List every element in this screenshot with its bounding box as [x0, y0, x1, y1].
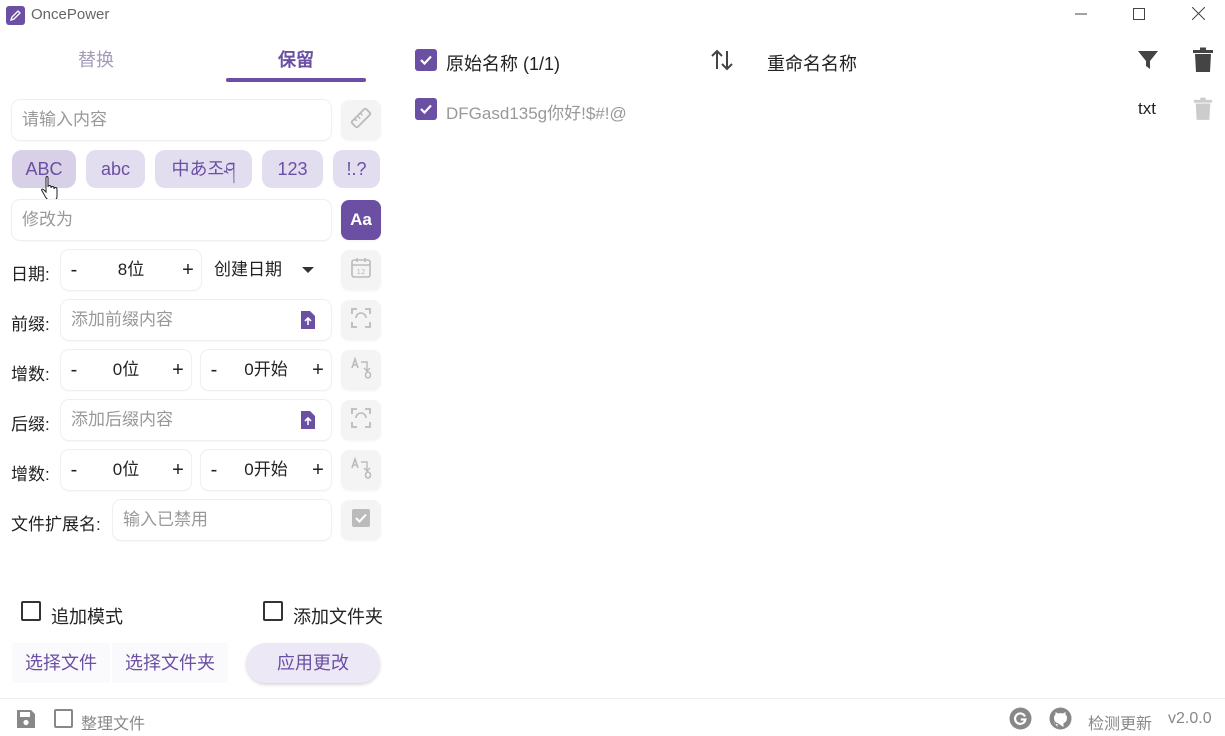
- prefix-start-value: 0开始: [244, 360, 288, 379]
- prefix-digits-value: 0位: [112, 360, 140, 379]
- suffix-start-minus[interactable]: -: [201, 450, 227, 490]
- organize-files-checkbox[interactable]: [54, 709, 73, 728]
- add-folder-label: 添加文件夹: [293, 607, 383, 627]
- file-row-checkbox[interactable]: [415, 98, 437, 120]
- select-all-checkbox[interactable]: [415, 49, 437, 71]
- minimize-icon: [1075, 5, 1087, 25]
- suffix-digits-value: 0位: [112, 460, 140, 479]
- content-input-placeholder: 请输入内容: [22, 110, 107, 129]
- close-icon: [1191, 5, 1205, 25]
- tab-replace[interactable]: 替换: [26, 40, 166, 82]
- app-title: OncePower: [31, 6, 110, 23]
- extension-input-placeholder: 输入已禁用: [123, 510, 208, 529]
- chip-digits[interactable]: 123: [262, 150, 323, 188]
- file-upload-icon[interactable]: [300, 410, 316, 435]
- prefix-input-placeholder: 添加前缀内容: [71, 310, 173, 329]
- suffix-start-stepper: - 0开始 +: [201, 450, 331, 490]
- maximize-button[interactable]: [1116, 0, 1162, 30]
- prefix-refresh-button[interactable]: [341, 300, 381, 340]
- filter-icon[interactable]: [1137, 49, 1159, 76]
- file-original-name: DFGasd135g你好!$#!@: [446, 104, 627, 123]
- suffix-refresh-button[interactable]: [341, 400, 381, 440]
- version-label: v2.0.0: [1168, 710, 1212, 727]
- prefix-start-plus[interactable]: +: [305, 350, 331, 390]
- prefix-digits-plus[interactable]: +: [165, 350, 191, 390]
- status-bar: 整理文件 检测更新 v2.0.0: [0, 698, 1225, 736]
- suffix-digits-stepper: - 0位 +: [61, 450, 191, 490]
- suffix-input[interactable]: 添加后缀内容: [61, 400, 331, 440]
- minimize-button[interactable]: [1058, 0, 1104, 30]
- text-counter-icon: [349, 455, 373, 485]
- save-icon[interactable]: [16, 709, 36, 734]
- prefix-input[interactable]: 添加前缀内容: [61, 300, 331, 340]
- modify-input[interactable]: 修改为: [12, 200, 331, 240]
- case-toggle-button[interactable]: Aa: [341, 200, 381, 240]
- trash-icon[interactable]: [1193, 97, 1213, 126]
- append-mode-label: 追加模式: [51, 607, 123, 627]
- trash-icon[interactable]: [1192, 47, 1214, 78]
- apply-changes-button[interactable]: 应用更改: [246, 643, 380, 683]
- title-bar: OncePower: [0, 0, 1225, 32]
- tab-keep[interactable]: 保留: [226, 40, 366, 82]
- prefix-digits-stepper: - 0位 +: [61, 350, 191, 390]
- organize-files-label: 整理文件: [81, 716, 146, 733]
- maximize-icon: [1133, 5, 1145, 25]
- text-counter-icon: [349, 355, 373, 385]
- suffix-start-plus[interactable]: +: [305, 450, 331, 490]
- content-input[interactable]: 请输入内容: [12, 100, 331, 140]
- prefix-label: 前缀:: [11, 315, 50, 334]
- suffix-input-placeholder: 添加后缀内容: [71, 410, 173, 429]
- pen-icon: [6, 6, 25, 25]
- extension-label: 文件扩展名:: [11, 515, 101, 534]
- refresh-icon: [349, 306, 373, 335]
- file-extension: txt: [1138, 99, 1156, 118]
- suffix-start-value: 0开始: [244, 460, 288, 479]
- select-folder-button[interactable]: 选择文件夹: [112, 643, 228, 683]
- suffix-counter-button[interactable]: [341, 450, 381, 490]
- github-icon[interactable]: [1049, 707, 1072, 735]
- chip-symbols[interactable]: !.?: [333, 150, 380, 188]
- prefix-counter-button[interactable]: [341, 350, 381, 390]
- sort-icon[interactable]: [709, 47, 735, 78]
- renamed-name-header: 重命名名称: [767, 54, 857, 74]
- close-button[interactable]: [1175, 0, 1221, 30]
- date-label: 日期:: [11, 265, 50, 284]
- select-files-button[interactable]: 选择文件: [12, 643, 110, 683]
- svg-text:12: 12: [357, 268, 366, 276]
- add-folder-checkbox[interactable]: [263, 601, 283, 621]
- date-digits-value: 8位: [117, 260, 145, 279]
- date-type-dropdown[interactable]: 创建日期: [214, 250, 334, 290]
- ruler-button[interactable]: [341, 100, 381, 140]
- modify-input-placeholder: 修改为: [22, 210, 73, 229]
- check-update-link[interactable]: 检测更新: [1088, 710, 1152, 734]
- suffix-digits-plus[interactable]: +: [165, 450, 191, 490]
- ruler-icon: [350, 107, 372, 134]
- file-upload-icon[interactable]: [300, 310, 316, 335]
- append-mode-checkbox[interactable]: [21, 601, 41, 621]
- refresh-icon: [349, 406, 373, 435]
- chevron-down-icon: [302, 267, 314, 273]
- chip-lowercase[interactable]: abc: [86, 150, 145, 188]
- prefix-digits-minus[interactable]: -: [61, 350, 87, 390]
- date-type-value: 创建日期: [214, 260, 282, 279]
- extension-input[interactable]: 输入已禁用: [113, 500, 331, 540]
- checkbox-icon: [351, 508, 371, 533]
- date-digits-stepper: - 8位 +: [61, 250, 201, 290]
- suffix-label: 后缀:: [11, 415, 50, 434]
- prefix-start-stepper: - 0开始 +: [201, 350, 331, 390]
- google-icon[interactable]: [1009, 707, 1032, 735]
- prefix-start-minus[interactable]: -: [201, 350, 227, 390]
- suffix-digits-minus[interactable]: -: [61, 450, 87, 490]
- prefix-increment-label: 增数:: [11, 365, 50, 384]
- chip-unicode[interactable]: 中あ조ཤ: [155, 150, 252, 188]
- date-minus-button[interactable]: -: [61, 250, 87, 290]
- original-name-header: 原始名称 (1/1): [446, 54, 561, 74]
- calendar-icon: 12: [350, 257, 372, 284]
- extension-toggle-button[interactable]: [341, 500, 381, 540]
- calendar-button[interactable]: 12: [341, 250, 381, 290]
- case-toggle-label: Aa: [350, 210, 372, 229]
- suffix-increment-label: 增数:: [11, 465, 50, 484]
- active-tab-indicator: [226, 78, 366, 82]
- date-plus-button[interactable]: +: [175, 250, 201, 290]
